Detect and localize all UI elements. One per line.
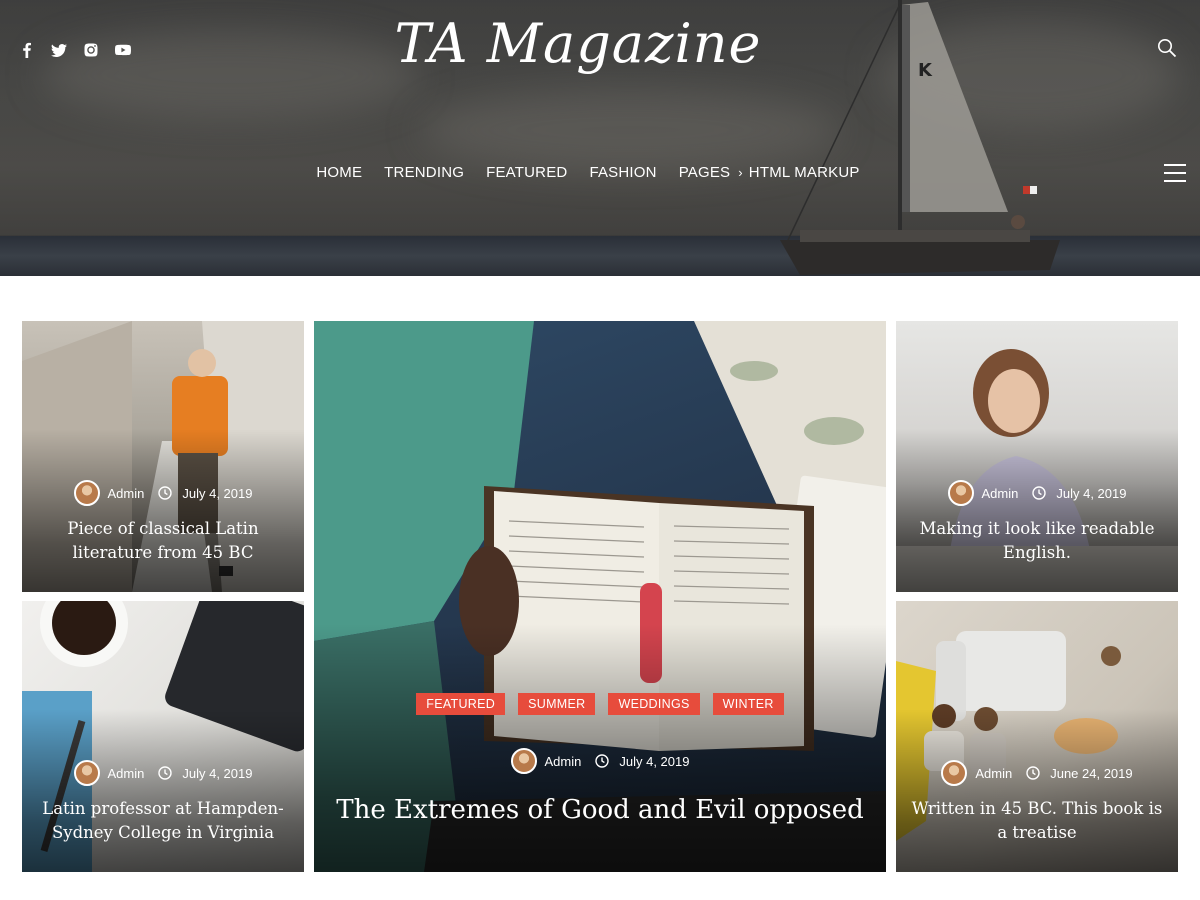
post-date[interactable]: July 4, 2019	[182, 486, 252, 501]
nav-item-home[interactable]: HOME	[316, 164, 362, 181]
image-overlay	[896, 709, 1178, 872]
post-card-left-top[interactable]: Admin July 4, 2019 Piece of classical La…	[22, 321, 304, 592]
post-author[interactable]: Admin	[545, 754, 582, 769]
clock-icon	[158, 766, 173, 780]
nav-item-pages-label: PAGES	[678, 164, 731, 181]
post-card-right-bottom[interactable]: Admin June 24, 2019 Written in 45 BC. Th…	[896, 601, 1178, 872]
post-tags: FEATURED SUMMER WEDDINGS WINTER	[314, 693, 886, 715]
post-title[interactable]: Piece of classical Latin literature from…	[36, 517, 290, 565]
site-header: K TA Magazine HOME TRENDING FEATURED FAS…	[0, 0, 1200, 276]
post-title[interactable]: The Extremes of Good and Evil opposed	[328, 793, 872, 827]
post-date[interactable]: June 24, 2019	[1050, 766, 1132, 781]
nav-item-fashion[interactable]: FASHION	[589, 164, 656, 181]
post-author[interactable]: Admin	[982, 486, 1019, 501]
post-meta: Admin June 24, 2019	[896, 760, 1178, 786]
clock-icon	[158, 486, 173, 500]
image-overlay	[22, 429, 304, 592]
search-icon[interactable]	[1157, 38, 1179, 60]
nav-item-pages[interactable]: PAGES › HTML MARKUP	[679, 164, 860, 181]
clock-icon	[595, 754, 610, 768]
chevron-right-icon: ›	[738, 165, 743, 180]
featured-post-card[interactable]: FEATURED SUMMER WEDDINGS WINTER Admin Ju…	[314, 321, 886, 872]
tag-winter[interactable]: WINTER	[712, 693, 784, 715]
post-title[interactable]: Written in 45 BC. This book is a treatis…	[910, 797, 1164, 845]
post-title[interactable]: Latin professor at Hampden-Sydney Colleg…	[36, 797, 290, 845]
tag-weddings[interactable]: WEDDINGS	[608, 693, 700, 715]
nav-item-featured[interactable]: FEATURED	[486, 164, 567, 181]
post-card-left-bottom[interactable]: Admin July 4, 2019 Latin professor at Ha…	[22, 601, 304, 872]
image-overlay	[22, 709, 304, 872]
hamburger-icon[interactable]	[1164, 164, 1186, 182]
post-meta: Admin July 4, 2019	[22, 760, 304, 786]
nav-item-html-markup[interactable]: HTML MARKUP	[749, 164, 860, 181]
post-meta: Admin July 4, 2019	[22, 480, 304, 506]
tag-featured[interactable]: FEATURED	[416, 693, 506, 715]
avatar	[510, 748, 537, 774]
post-meta: Admin July 4, 2019	[314, 748, 886, 774]
clock-icon	[1032, 486, 1047, 500]
post-date[interactable]: July 4, 2019	[182, 766, 252, 781]
clock-icon	[1026, 766, 1040, 780]
post-author[interactable]: Admin	[108, 486, 145, 501]
post-date[interactable]: July 4, 2019	[619, 754, 689, 769]
post-meta: Admin July 4, 2019	[896, 480, 1178, 506]
post-title[interactable]: Making it look like readable English.	[910, 517, 1164, 565]
avatar	[73, 760, 100, 786]
site-logo[interactable]: TA Magazine	[0, 12, 1156, 75]
post-card-right-top[interactable]: Admin July 4, 2019 Making it look like r…	[896, 321, 1178, 592]
avatar	[73, 480, 100, 506]
main-navigation: HOME TRENDING FEATURED FASHION PAGES › H…	[0, 164, 1176, 181]
avatar	[947, 480, 974, 506]
post-author[interactable]: Admin	[975, 766, 1012, 781]
nav-item-trending[interactable]: TRENDING	[384, 164, 464, 181]
tag-summer[interactable]: SUMMER	[518, 693, 596, 715]
post-date[interactable]: July 4, 2019	[1056, 486, 1126, 501]
image-overlay	[896, 429, 1178, 592]
post-author[interactable]: Admin	[108, 766, 145, 781]
avatar	[941, 760, 968, 786]
